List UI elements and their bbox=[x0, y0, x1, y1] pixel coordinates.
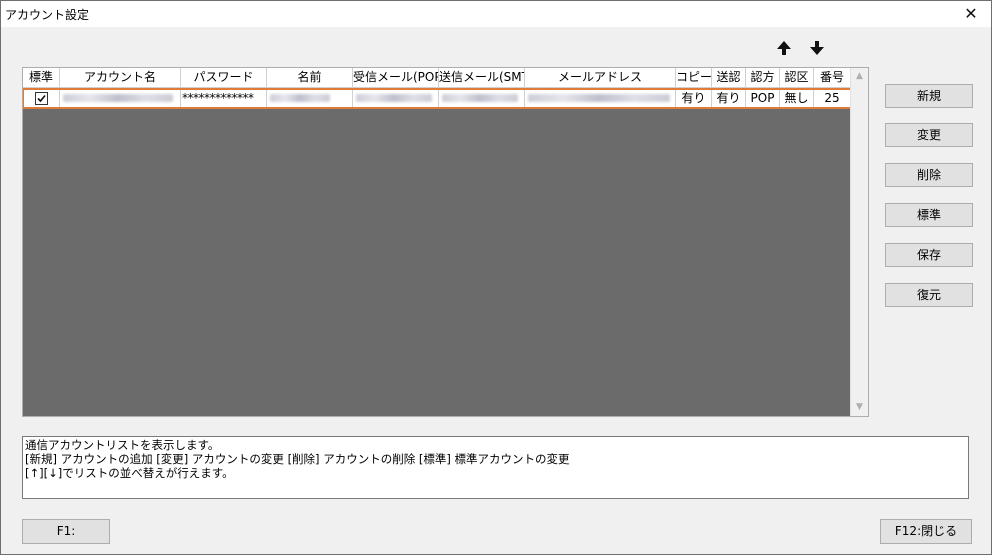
copy-cell: 有り bbox=[676, 89, 712, 108]
password-cell: ************* bbox=[181, 89, 267, 108]
restore-button[interactable]: 復元 bbox=[885, 283, 973, 307]
column-header[interactable]: 送認 bbox=[712, 68, 746, 88]
title-bar: アカウント設定 ✕ bbox=[1, 1, 991, 27]
column-header[interactable]: パスワード bbox=[181, 68, 267, 88]
arrow-up-icon[interactable] bbox=[775, 39, 793, 57]
column-header[interactable]: 受信メール(POP3 bbox=[353, 68, 439, 88]
table-header: 標準 アカウント名 パスワード 名前 受信メール(POP3 送信メール(SMTP… bbox=[23, 68, 851, 88]
send-auth-cell: 有り bbox=[712, 89, 746, 108]
scroll-down-icon[interactable]: ▼ bbox=[851, 399, 868, 416]
smtp-cell bbox=[439, 89, 525, 108]
help-line: [新規] アカウントの追加 [変更] アカウントの変更 [削除] アカウントの削… bbox=[25, 452, 570, 466]
edit-button[interactable]: 変更 bbox=[885, 123, 973, 147]
column-header[interactable]: 名前 bbox=[267, 68, 353, 88]
set-default-button[interactable]: 標準 bbox=[885, 203, 973, 227]
column-header[interactable]: コピー bbox=[676, 68, 712, 88]
close-button[interactable]: ✕ bbox=[951, 1, 991, 27]
save-button[interactable]: 保存 bbox=[885, 243, 973, 267]
account-settings-window: アカウント設定 ✕ 標準 アカウント名 パスワード 名前 受信メール(POP3 … bbox=[0, 0, 992, 555]
email-cell bbox=[525, 89, 676, 108]
column-header[interactable]: メールアドレス bbox=[525, 68, 676, 88]
redacted-text bbox=[442, 94, 518, 102]
help-line: [↑][↓]でリストの並べ替えが行えます。 bbox=[25, 466, 234, 480]
f12-close-button[interactable]: F12:閉じる bbox=[880, 519, 972, 544]
column-header[interactable]: 番号 bbox=[814, 68, 851, 88]
redacted-text bbox=[356, 94, 432, 102]
scroll-up-icon[interactable]: ▲ bbox=[851, 68, 868, 85]
arrow-down-icon[interactable] bbox=[808, 39, 826, 57]
column-header[interactable]: 標準 bbox=[23, 68, 60, 88]
column-header[interactable]: アカウント名 bbox=[60, 68, 181, 88]
number-cell: 25 bbox=[814, 89, 851, 108]
help-message-box: 通信アカウントリストを表示します。 [新規] アカウントの追加 [変更] アカウ… bbox=[22, 436, 969, 499]
table-row[interactable]: ************* 有り 有り POP 無し 25 bbox=[23, 88, 852, 109]
delete-button[interactable]: 削除 bbox=[885, 163, 973, 187]
account-name-cell bbox=[60, 89, 181, 108]
column-header[interactable]: 送信メール(SMTP bbox=[439, 68, 525, 88]
pop3-cell bbox=[353, 89, 439, 108]
help-line: 通信アカウントリストを表示します。 bbox=[25, 438, 220, 452]
name-cell bbox=[267, 89, 353, 108]
redacted-text bbox=[270, 94, 330, 102]
vertical-scrollbar[interactable]: ▲ ▼ bbox=[850, 68, 868, 416]
column-header[interactable]: 認方 bbox=[746, 68, 780, 88]
default-checkbox[interactable] bbox=[34, 92, 48, 105]
account-list[interactable]: 標準 アカウント名 パスワード 名前 受信メール(POP3 送信メール(SMTP… bbox=[22, 67, 869, 417]
default-cell[interactable] bbox=[23, 89, 60, 108]
new-button[interactable]: 新規 bbox=[885, 84, 973, 108]
window-title: アカウント設定 bbox=[5, 8, 90, 22]
f1-button[interactable]: F1: bbox=[22, 519, 110, 544]
auth-type-cell: 無し bbox=[780, 89, 814, 108]
redacted-text bbox=[63, 94, 173, 102]
redacted-text bbox=[528, 94, 670, 102]
column-header[interactable]: 認区 bbox=[780, 68, 814, 88]
auth-method-cell: POP bbox=[746, 89, 780, 108]
